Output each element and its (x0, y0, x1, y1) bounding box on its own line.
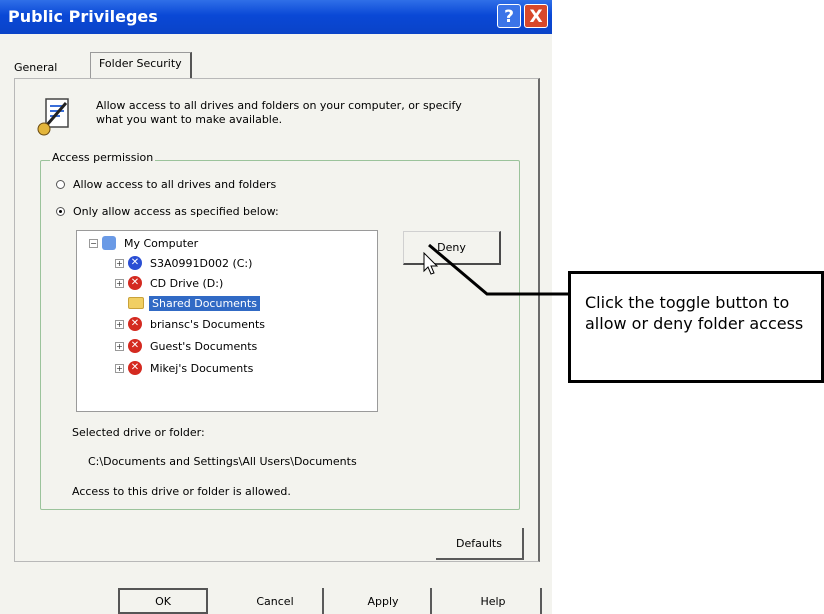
callout-text: Click the toggle button to allow or deny… (585, 293, 804, 333)
callout-box: Click the toggle button to allow or deny… (568, 271, 824, 383)
